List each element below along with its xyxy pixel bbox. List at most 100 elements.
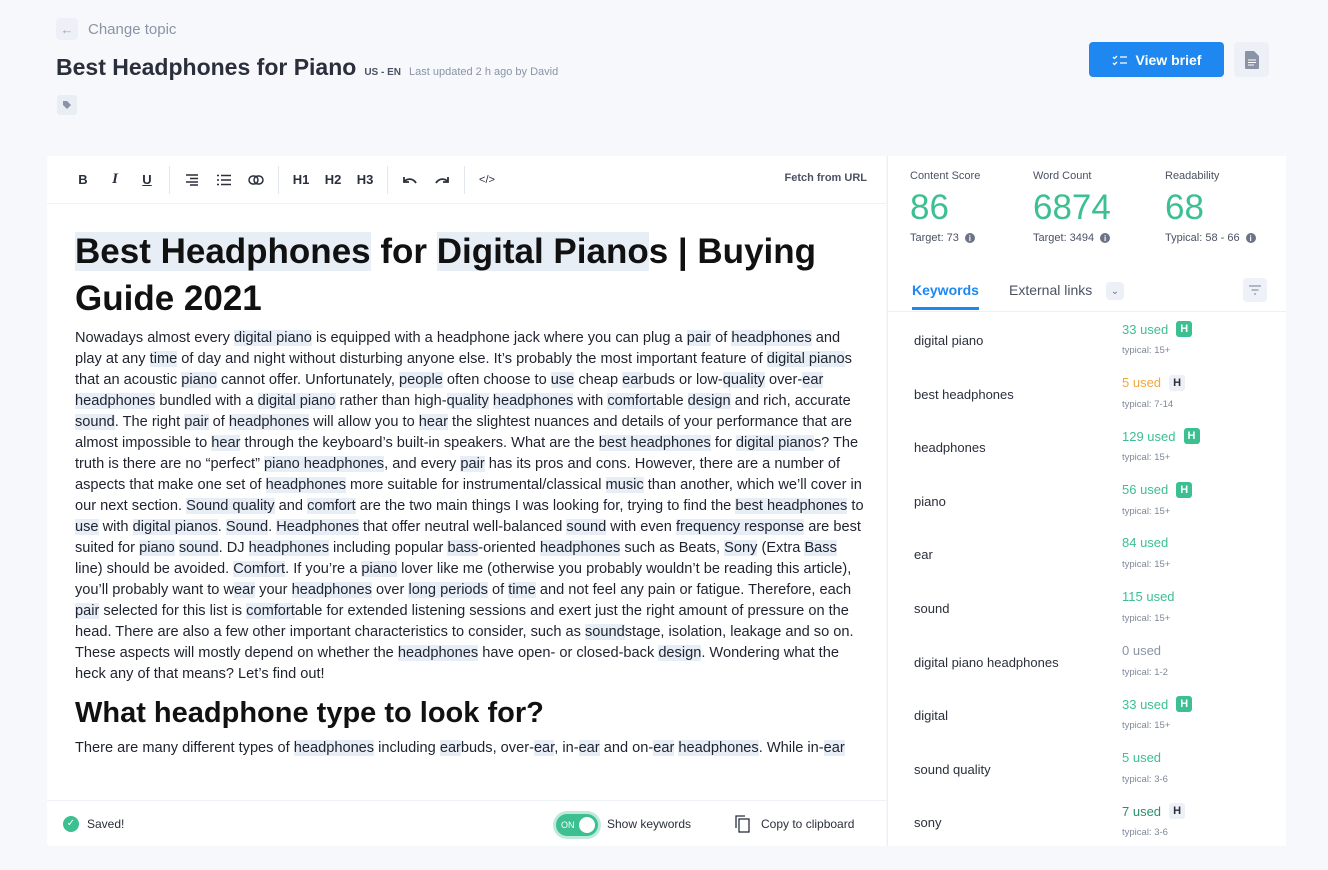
tab-keywords[interactable]: Keywords xyxy=(912,282,979,310)
keyword-highlight: digital piano xyxy=(257,393,336,409)
info-icon[interactable]: i xyxy=(1245,233,1256,243)
keyword-highlight: use xyxy=(550,372,575,388)
text-segment: cheap xyxy=(574,372,623,388)
text-segment: . xyxy=(217,519,226,535)
keyword-highlight: headphones xyxy=(539,540,621,556)
tag-button[interactable] xyxy=(57,95,77,115)
text-segment: line) should be avoided. xyxy=(75,561,234,577)
text-segment: , in- xyxy=(554,740,579,756)
keyword-typical: typical: 15+ xyxy=(1122,505,1171,517)
last-updated: Last updated 2 h ago by David xyxy=(409,66,559,78)
article-subheading: What headphone type to look for? xyxy=(75,697,544,729)
keyword-highlight: headphones xyxy=(75,393,156,409)
text-segment: over- xyxy=(764,372,803,388)
keyword-row[interactable]: digital piano headphones 0 used typical:… xyxy=(888,635,1286,689)
info-icon[interactable]: i xyxy=(1100,233,1111,243)
heading-badge: H xyxy=(1169,374,1186,391)
article-content[interactable]: Best Headphones for Digital Pianos | Buy… xyxy=(75,228,865,800)
h1-button[interactable]: H1 xyxy=(285,166,317,194)
bullet-list-button[interactable] xyxy=(208,166,240,194)
keyword-highlight: time xyxy=(508,582,536,598)
keyword-row[interactable]: sony 7 used H typical: 3-6 xyxy=(888,795,1286,846)
keyword-row[interactable]: sound quality 5 used typical: 3-6 xyxy=(888,742,1286,796)
text-segment: are the two main things I was looking fo… xyxy=(355,498,736,514)
redo-button[interactable] xyxy=(426,166,458,194)
document-button[interactable] xyxy=(1234,42,1269,77)
keyword-row[interactable]: piano 56 used H typical: 15+ xyxy=(888,474,1286,528)
keyword-highlight: use xyxy=(75,519,99,535)
usage-count: 129 used xyxy=(1122,428,1176,444)
heading-badge: H xyxy=(1183,428,1200,445)
article-heading: Best Headphones for Digital Pianos | Buy… xyxy=(75,228,865,322)
h3-button[interactable]: H3 xyxy=(349,166,381,194)
divider xyxy=(464,165,465,194)
keyword-highlight: Sound quality xyxy=(186,498,275,514)
filter-button[interactable] xyxy=(1243,278,1267,302)
h2-button[interactable]: H2 xyxy=(317,166,349,194)
fetch-from-url-button[interactable]: Fetch from URL xyxy=(785,172,868,184)
text-segment: that offer neutral well-balanced xyxy=(359,519,567,535)
keyword-usage: 7 used H xyxy=(1122,803,1186,820)
keyword-row[interactable]: digital 33 used H typical: 15+ xyxy=(888,688,1286,742)
keyword-highlight: pair xyxy=(75,603,100,619)
text-segment: more suitable for instrumental/classical xyxy=(346,477,606,493)
view-brief-button[interactable]: View brief xyxy=(1089,42,1224,77)
chevron-down-icon[interactable]: ⌄ xyxy=(1106,282,1124,300)
keyword-name: ear xyxy=(914,547,933,563)
text-segment: and on- xyxy=(599,740,654,756)
keyword-highlight: Comfort xyxy=(233,561,286,577)
text-segment: Nowadays almost every xyxy=(75,330,234,346)
keyword-highlight: ear xyxy=(439,740,461,756)
document-icon xyxy=(1244,50,1259,69)
undo-button[interactable] xyxy=(394,166,426,194)
link-button[interactable] xyxy=(240,166,272,194)
usage-count: 56 used xyxy=(1122,482,1169,498)
keyword-name: headphones xyxy=(914,440,986,456)
keyword-usage: 115 used xyxy=(1122,589,1175,604)
keyword-row[interactable]: sound 115 used typical: 15+ xyxy=(888,581,1286,635)
keyword-row[interactable]: ear 84 used typical: 15+ xyxy=(888,527,1286,581)
saved-label: Saved! xyxy=(87,816,125,831)
keyword-highlight: Sound xyxy=(225,519,269,535)
undo-icon xyxy=(403,176,417,184)
check-circle-icon: ✓ xyxy=(63,815,79,832)
code-view-button[interactable]: </> xyxy=(471,166,503,194)
keyword-highlight: best headphones xyxy=(735,498,848,514)
copy-to-clipboard-button[interactable]: Copy to clipboard xyxy=(735,814,854,833)
italic-button[interactable]: I xyxy=(99,166,131,194)
keyword-name: sony xyxy=(914,815,942,831)
keyword-highlight: design xyxy=(687,393,731,409)
copy-icon xyxy=(735,814,750,833)
info-icon[interactable]: i xyxy=(964,233,975,243)
keyword-highlight: piano headphones xyxy=(264,456,385,472)
arrow-left-icon: ← xyxy=(56,18,78,40)
metric-label: Readability xyxy=(1165,170,1220,182)
tab-external-links[interactable]: External links xyxy=(1009,282,1092,298)
text-segment: with even xyxy=(606,519,676,535)
align-button[interactable] xyxy=(176,166,208,194)
keyword-highlight: headphones xyxy=(265,477,346,493)
keyword-highlight: ear xyxy=(802,372,824,388)
divider xyxy=(278,165,279,194)
keyword-row[interactable]: headphones 129 used H typical: 15+ xyxy=(888,420,1286,474)
usage-count: 5 used xyxy=(1122,749,1162,765)
underline-button[interactable]: U xyxy=(131,166,163,194)
keyword-highlight: time xyxy=(149,351,178,367)
keyword-name: piano xyxy=(914,493,946,509)
keyword-typical: typical: 15+ xyxy=(1122,720,1171,732)
keyword-highlight: quality xyxy=(446,393,489,409)
locale: US - EN xyxy=(364,67,401,78)
keyword-typical: typical: 15+ xyxy=(1122,452,1171,464)
metric-label: Content Score xyxy=(910,170,981,182)
bold-button[interactable]: B xyxy=(67,166,99,194)
change-topic-link[interactable]: ← Change topic xyxy=(56,18,176,40)
keyword-row[interactable]: best headphones 5 used H typical: 7-14 xyxy=(888,367,1286,421)
save-status: ✓ Saved! xyxy=(63,815,125,832)
show-keywords-toggle[interactable]: ON xyxy=(556,814,598,836)
keyword-row[interactable]: digital piano 33 used H typical: 15+ xyxy=(888,313,1286,367)
heading-badge: H xyxy=(1169,803,1186,820)
keyword-highlight: comfort xyxy=(607,393,656,409)
keyword-highlight: piano xyxy=(181,372,217,388)
text-segment: bundled with a xyxy=(155,393,258,409)
text-segment: . While in- xyxy=(758,740,824,756)
